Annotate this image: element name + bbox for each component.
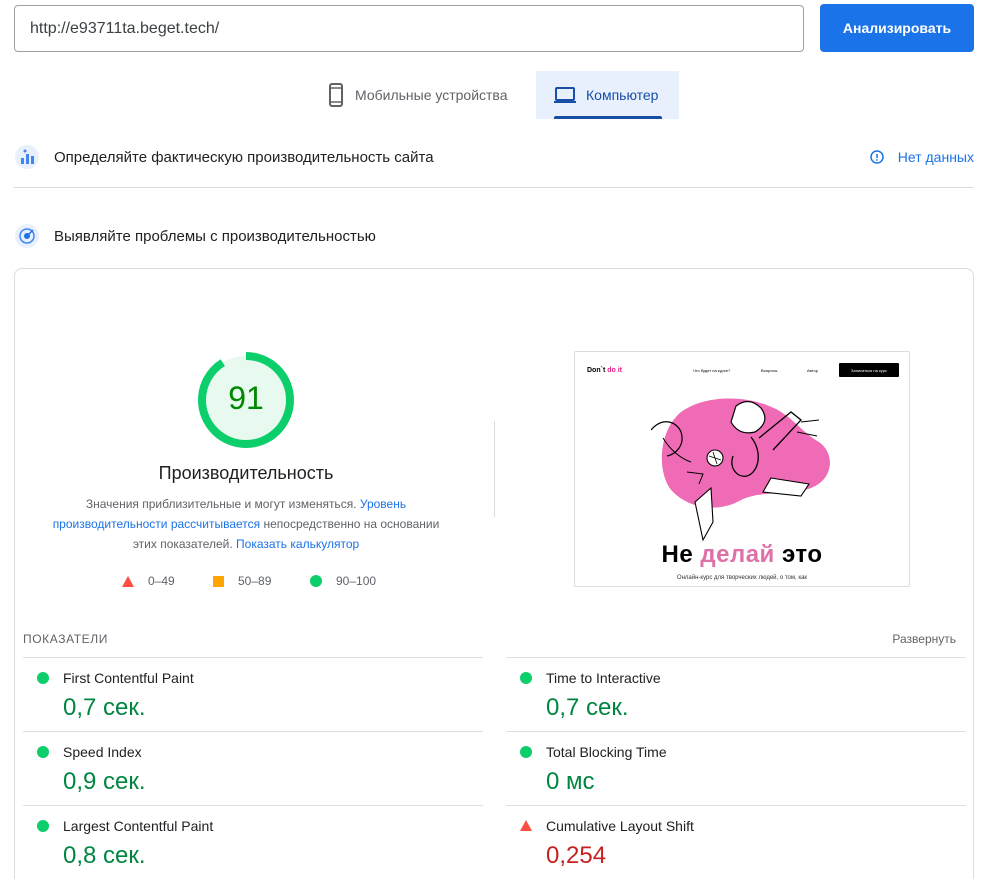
legend-average-label: 50–89: [238, 574, 272, 588]
tab-mobile-label: Мобильные устройства: [355, 87, 508, 103]
lab-data-icon: [14, 223, 40, 249]
legend-good-label: 90–100: [336, 574, 377, 588]
lab-data-title: Выявляйте проблемы с производительностью: [54, 227, 376, 245]
field-data-icon: [14, 144, 40, 170]
metric-name: Time to Interactive: [546, 670, 661, 686]
performance-score: 91: [228, 380, 264, 416]
metric-total-blocking-time: Total Blocking Time 0 мс: [506, 731, 966, 805]
metric-largest-contentful-paint: Largest Contentful Paint 0,8 сек.: [23, 805, 483, 879]
section-divider: [14, 187, 974, 188]
screenshot-nav-item: Вопросы: [761, 368, 778, 373]
metric-value: 0,7 сек.: [546, 694, 629, 721]
screenshot-logo: Don`t do it: [587, 367, 622, 374]
metric-speed-index: Speed Index 0,9 сек.: [23, 731, 483, 805]
circle-icon: [520, 746, 532, 758]
metric-value: 0,7 сек.: [63, 694, 146, 721]
screenshot-subtitle: Онлайн-курс для творческих людей, о том,…: [676, 575, 808, 581]
legend-poor: 0–49: [122, 574, 175, 588]
legend-poor-label: 0–49: [148, 574, 175, 588]
info-icon: [870, 150, 884, 164]
vertical-divider: [494, 421, 495, 517]
smartphone-icon: [326, 83, 346, 107]
legend-average: 50–89: [213, 574, 271, 588]
metric-value: 0,8 сек.: [63, 842, 146, 869]
performance-label: Производительность: [158, 463, 334, 483]
analyze-button[interactable]: Анализировать: [820, 4, 974, 52]
triangle-icon: [122, 575, 134, 587]
tab-desktop-label: Компьютер: [586, 87, 659, 103]
square-icon: [213, 575, 224, 587]
no-data-link[interactable]: Нет данных: [870, 149, 974, 165]
metric-time-to-interactive: Time to Interactive 0,7 сек.: [506, 657, 966, 731]
circle-icon: [37, 746, 49, 758]
performance-description: Значения приблизительные и могут изменят…: [46, 494, 446, 554]
field-data-title: Определяйте фактическую производительнос…: [54, 148, 434, 166]
laptop-icon: [553, 85, 577, 105]
metric-name: Total Blocking Time: [546, 744, 667, 760]
tab-mobile[interactable]: Мобильные устройства: [316, 71, 534, 119]
metric-name: First Contentful Paint: [63, 670, 194, 686]
metric-value: 0,9 сек.: [63, 768, 146, 795]
metric-value: 0 мс: [546, 768, 595, 795]
circle-icon: [37, 672, 49, 684]
screenshot-illustration: [651, 398, 830, 542]
metric-cumulative-layout-shift: Cumulative Layout Shift 0,254: [506, 805, 966, 879]
circle-icon: [310, 575, 322, 587]
expand-link[interactable]: Развернуть: [892, 632, 956, 646]
circle-icon: [520, 672, 532, 684]
circle-icon: [37, 820, 49, 832]
show-calculator-link[interactable]: Показать калькулятор: [236, 537, 359, 551]
metric-first-contentful-paint: First Contentful Paint 0,7 сек.: [23, 657, 483, 731]
legend-good: 90–100: [310, 574, 376, 588]
tab-desktop[interactable]: Компьютер: [536, 71, 679, 119]
screenshot-nav-item: Что будет на курсе?: [693, 368, 731, 373]
metric-name: Largest Contentful Paint: [63, 818, 214, 834]
no-data-label: Нет данных: [897, 149, 974, 165]
description-text-1: Значения приблизительные и могут изменят…: [85, 497, 357, 511]
metric-value: 0,254: [546, 842, 607, 869]
page-screenshot: Don`t do it Что будет на курсе? Вопросы …: [574, 351, 910, 587]
metric-name: Cumulative Layout Shift: [546, 818, 694, 834]
metric-name: Speed Index: [63, 744, 142, 760]
url-input[interactable]: [14, 5, 804, 52]
screenshot-heading: Не делай это: [661, 541, 823, 568]
screenshot-nav-item: Автор: [807, 368, 818, 373]
triangle-icon: [520, 820, 532, 831]
screenshot-cta-button: Записаться на курс: [839, 363, 899, 377]
field-data-section: Определяйте фактическую производительнос…: [14, 144, 974, 170]
metrics-header: ПОКАЗАТЕЛИ: [23, 632, 108, 646]
lab-data-section: Выявляйте проблемы с производительностью: [14, 223, 974, 249]
